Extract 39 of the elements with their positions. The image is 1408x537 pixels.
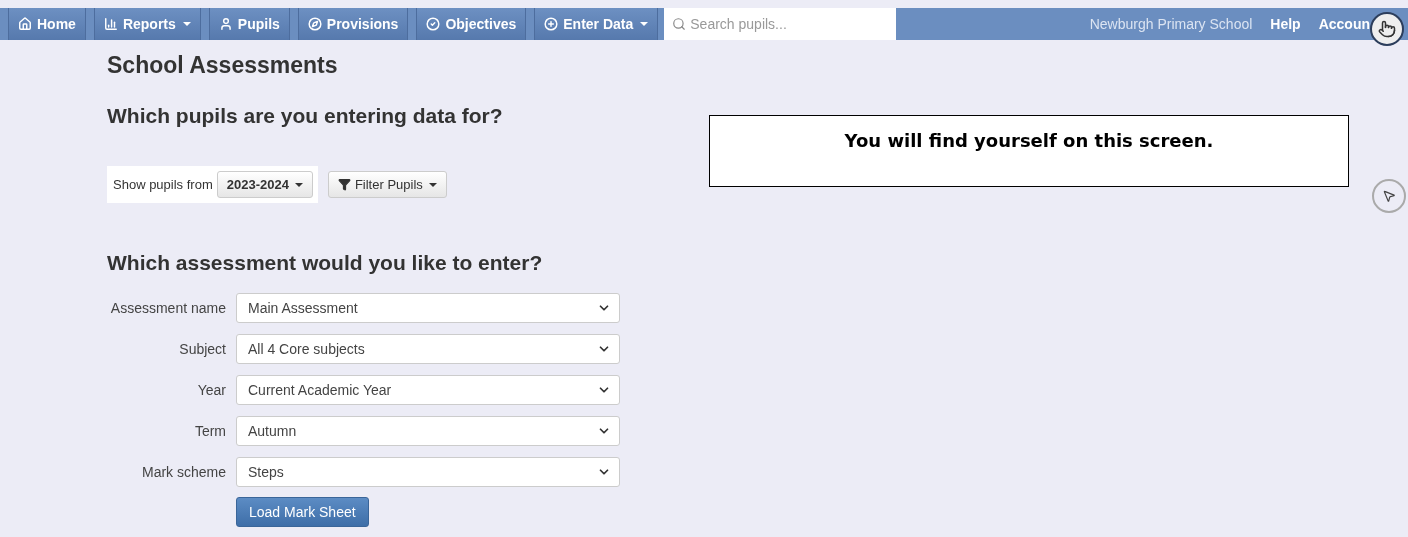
select-field[interactable]: Current Academic Year (236, 375, 620, 405)
search-field[interactable]: Search pupils... (664, 8, 897, 40)
select-field[interactable]: Autumn (236, 416, 620, 446)
select-field[interactable]: Main Assessment (236, 293, 620, 323)
filter-icon (337, 178, 351, 191)
page-title: School Assessments (107, 51, 339, 80)
show-pupils-label: Show pupils from (113, 177, 213, 192)
year-dropdown[interactable]: 2023-2024 (216, 171, 313, 198)
nav-button[interactable]: Pupils (208, 8, 290, 40)
pointer-cursor-icon (1372, 179, 1406, 213)
caret-icon (294, 182, 303, 187)
field-label: Term (194, 423, 226, 439)
nav-button[interactable]: Provisions (297, 8, 409, 40)
nav-button[interactable]: Reports (93, 8, 201, 40)
field-label: Year (197, 382, 226, 398)
check-circle-icon (426, 17, 441, 31)
filter-button[interactable]: Filter Pupils (327, 171, 447, 198)
nav-button[interactable]: Objectives (416, 8, 527, 40)
select-field[interactable]: Steps (236, 457, 620, 487)
search-icon (672, 17, 687, 31)
select-field[interactable]: All 4 Core subjects (236, 334, 620, 364)
field-label: Assessment name (110, 300, 226, 316)
nav-button[interactable]: Enter Data (534, 8, 659, 40)
user-icon (218, 17, 233, 31)
caret-icon (428, 182, 437, 187)
nav-link[interactable]: Accoun (1318, 16, 1370, 32)
bar-chart-icon (103, 17, 118, 31)
nav-link[interactable]: Newburgh Primary School (1089, 16, 1253, 32)
field-label: Mark scheme (141, 464, 226, 480)
compass-icon (307, 17, 322, 31)
home-icon (18, 17, 32, 31)
section-heading: Which pupils are you entering data for? (107, 103, 504, 129)
load-mark-sheet-button[interactable]: Load Mark Sheet (236, 497, 369, 527)
plus-circle-icon (544, 17, 559, 31)
section-heading: Which assessment would you like to enter? (107, 250, 544, 276)
field-label: Subject (179, 341, 226, 357)
nav-button[interactable]: Home (8, 8, 86, 40)
nav-link[interactable]: Help (1270, 16, 1301, 32)
callout-box: You will find yourself on this screen. (709, 115, 1349, 187)
